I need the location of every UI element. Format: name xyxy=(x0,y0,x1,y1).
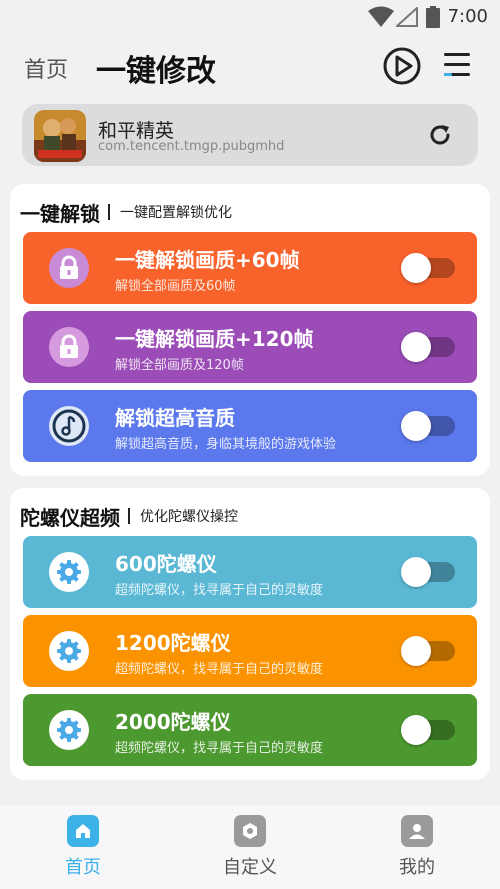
lock-icon xyxy=(49,327,89,367)
section-header: 一键解锁 一键配置解锁优化 xyxy=(20,198,232,226)
nav-custom[interactable]: 自定义 xyxy=(200,815,300,885)
item-desc: 超频陀螺仪，找寻属于自己的灵敏度 xyxy=(115,662,324,677)
header: 首页 一键修改 xyxy=(0,40,500,92)
home-link[interactable]: 首页 xyxy=(24,52,68,84)
toggle-switch[interactable] xyxy=(401,411,455,441)
gear-icon xyxy=(49,552,89,592)
profile-icon xyxy=(401,815,433,847)
section-title: 一键解锁 xyxy=(20,201,100,226)
page-title: 一键修改 xyxy=(96,54,216,89)
item-desc: 解锁全部画质及120帧 xyxy=(115,358,244,373)
item-desc: 解锁全部画质及60帧 xyxy=(115,279,236,294)
item-desc: 解锁超高音质，身临其境般的游戏体验 xyxy=(115,437,337,452)
app-icon xyxy=(34,110,86,162)
feature-unlock-120fps[interactable]: 一键解锁画质+120帧 解锁全部画质及120帧 xyxy=(23,311,477,383)
lock-icon xyxy=(49,248,89,288)
status-time: 7:00 xyxy=(447,6,488,27)
battery-icon xyxy=(426,6,440,28)
section-subtitle: 优化陀螺仪操控 xyxy=(140,509,238,525)
play-icon[interactable] xyxy=(382,46,422,86)
item-desc: 超频陀螺仪，找寻属于自己的灵敏度 xyxy=(115,583,324,598)
bottom-nav: 首页 自定义 我的 xyxy=(0,805,500,889)
app-card[interactable]: 和平精英 com.tencent.tmgp.pubgmhd xyxy=(22,104,478,166)
toggle-switch[interactable] xyxy=(401,332,455,362)
toggle-knob xyxy=(401,253,431,283)
feature-gyro-1200[interactable]: 1200陀螺仪 超频陀螺仪，找寻属于自己的灵敏度 xyxy=(23,615,477,687)
item-title: 600陀螺仪 xyxy=(115,552,217,576)
feature-hq-audio[interactable]: 解锁超高音质 解锁超高音质，身临其境般的游戏体验 xyxy=(23,390,477,462)
music-note-icon xyxy=(49,406,89,446)
section-gyro: 陀螺仪超频 优化陀螺仪操控 600陀螺仪 超频陀螺仪，找寻属于自己的灵敏度 12… xyxy=(10,488,490,780)
nav-profile[interactable]: 我的 xyxy=(367,815,467,885)
toggle-knob xyxy=(401,715,431,745)
feature-gyro-600[interactable]: 600陀螺仪 超频陀螺仪，找寻属于自己的灵敏度 xyxy=(23,536,477,608)
item-title: 一键解锁画质+60帧 xyxy=(115,248,300,272)
section-divider xyxy=(108,204,110,220)
toggle-switch[interactable] xyxy=(401,557,455,587)
section-unlock: 一键解锁 一键配置解锁优化 一键解锁画质+60帧 解锁全部画质及60帧 一键解锁… xyxy=(10,184,490,476)
item-title: 2000陀螺仪 xyxy=(115,710,231,734)
custom-icon xyxy=(234,815,266,847)
toggle-knob xyxy=(401,332,431,362)
item-title: 解锁超高音质 xyxy=(115,406,235,430)
home-icon xyxy=(67,815,99,847)
menu-icon[interactable] xyxy=(442,50,472,80)
status-bar: 7:00 xyxy=(0,0,500,34)
section-title: 陀螺仪超频 xyxy=(20,505,120,530)
nav-label: 我的 xyxy=(399,857,435,878)
section-header: 陀螺仪超频 优化陀螺仪操控 xyxy=(20,502,238,530)
toggle-knob xyxy=(401,636,431,666)
feature-unlock-60fps[interactable]: 一键解锁画质+60帧 解锁全部画质及60帧 xyxy=(23,232,477,304)
toggle-switch[interactable] xyxy=(401,253,455,283)
toggle-switch[interactable] xyxy=(401,636,455,666)
toggle-knob xyxy=(401,411,431,441)
gear-icon xyxy=(49,631,89,671)
toggle-knob xyxy=(401,557,431,587)
section-divider xyxy=(128,508,130,524)
nav-label: 首页 xyxy=(65,857,101,878)
item-desc: 超频陀螺仪，找寻属于自己的灵敏度 xyxy=(115,741,324,756)
refresh-icon[interactable] xyxy=(426,121,454,149)
item-title: 1200陀螺仪 xyxy=(115,631,231,655)
item-title: 一键解锁画质+120帧 xyxy=(115,327,314,351)
nav-home[interactable]: 首页 xyxy=(33,815,133,885)
nav-label: 自定义 xyxy=(223,857,277,878)
gear-icon xyxy=(49,710,89,750)
app-package: com.tencent.tmgp.pubgmhd xyxy=(98,139,285,154)
feature-gyro-2000[interactable]: 2000陀螺仪 超频陀螺仪，找寻属于自己的灵敏度 xyxy=(23,694,477,766)
wifi-icon xyxy=(368,6,394,27)
signal-icon xyxy=(396,7,418,27)
section-subtitle: 一键配置解锁优化 xyxy=(120,205,232,221)
toggle-switch[interactable] xyxy=(401,715,455,745)
